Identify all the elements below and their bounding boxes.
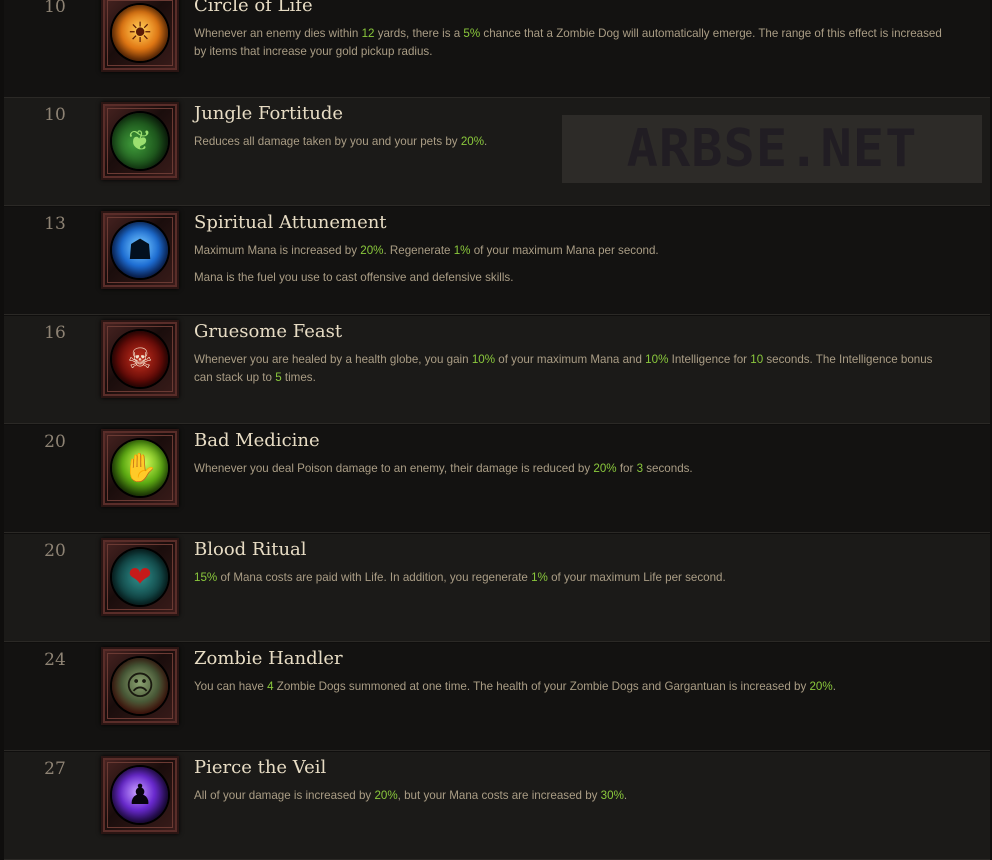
description-paragraph: 15% of Mana costs are paid with Life. In… xyxy=(194,569,954,587)
description-text: Mana is the fuel you use to cast offensi… xyxy=(194,271,514,284)
highlight-value: 12 xyxy=(361,27,375,40)
skill-name: Jungle Fortitude xyxy=(194,103,343,124)
skill-level: 20 xyxy=(44,541,66,561)
highlight-value: 20% xyxy=(360,244,384,257)
description-text: Reduces all damage taken by you and your… xyxy=(194,135,461,148)
poison-hand-icon: ✋ xyxy=(112,440,168,496)
skill-name: Bad Medicine xyxy=(194,430,320,451)
description-paragraph: Maximum Mana is increased by 20%. Regene… xyxy=(194,242,954,260)
hooded-figure-icon: ♟ xyxy=(112,767,168,823)
skill-icon-frame[interactable]: ☗ xyxy=(101,211,179,289)
description-text: for xyxy=(616,462,637,475)
description-paragraph: Whenever an enemy dies within 12 yards, … xyxy=(194,25,954,61)
meditating-figure-icon: ☗ xyxy=(112,222,168,278)
highlight-value: 20% xyxy=(460,135,485,148)
skill-name: Blood Ritual xyxy=(194,539,307,560)
description-paragraph: You can have 4 Zombie Dogs summoned at o… xyxy=(194,678,954,696)
skill-icon-frame[interactable]: ☀ xyxy=(101,0,179,72)
description-text: , but your Mana costs are increased by xyxy=(397,789,601,802)
zombie-face-icon: ☹ xyxy=(112,658,168,714)
skill-icon-frame[interactable]: ♟ xyxy=(101,756,179,834)
skill-level: 24 xyxy=(44,650,66,670)
description-text: . xyxy=(484,135,488,148)
highlight-value: 1% xyxy=(531,571,548,584)
skill-name: Gruesome Feast xyxy=(194,321,343,342)
skill-level: 10 xyxy=(44,0,66,17)
description-text: You can have xyxy=(194,680,268,693)
description-text: yards, there is a xyxy=(374,27,464,40)
skill-icon-frame[interactable]: ❦ xyxy=(101,102,179,180)
description-text: of your maximum Mana per second. xyxy=(470,244,659,257)
watermark-banner: ARBSE.NET xyxy=(562,115,982,183)
skill-name: Circle of Life xyxy=(194,0,313,16)
skill-level: 16 xyxy=(44,323,66,343)
skill-description: All of your damage is increased by 20%, … xyxy=(194,787,954,805)
skill-row: 13 ☗ Spiritual Attunement Maximum Mana i… xyxy=(4,207,990,315)
skill-level: 13 xyxy=(44,214,66,234)
description-text: of Mana costs are paid with Life. In add… xyxy=(217,571,532,584)
description-text: of your maximum Life per second. xyxy=(547,571,726,584)
skill-row: 20 ❤ Blood Ritual 15% of Mana costs are … xyxy=(4,534,990,642)
highlight-value: 10% xyxy=(645,353,669,366)
skill-name: Zombie Handler xyxy=(194,648,343,669)
highlight-value: 20% xyxy=(374,789,398,802)
skill-icon-frame[interactable]: ☹ xyxy=(101,647,179,725)
description-text: Whenever you are healed by a health glob… xyxy=(194,353,472,366)
highlight-value: 1% xyxy=(453,244,471,257)
skill-icon-frame[interactable]: ✋ xyxy=(101,429,179,507)
skill-row: 10 ☀ Circle of Life Whenever an enemy di… xyxy=(4,0,990,98)
highlight-value: 20% xyxy=(809,680,833,693)
skill-name: Pierce the Veil xyxy=(194,757,327,778)
skill-icon-frame[interactable]: ❤ xyxy=(101,538,179,616)
description-text: Whenever you deal Poison damage to an en… xyxy=(194,462,594,475)
description-text: times. xyxy=(281,371,316,384)
description-paragraph: Mana is the fuel you use to cast offensi… xyxy=(194,269,954,287)
blood-heart-icon: ❤ xyxy=(112,549,168,605)
skill-row: 27 ♟ Pierce the Veil All of your damage … xyxy=(4,752,990,860)
skill-description: Whenever you deal Poison damage to an en… xyxy=(194,460,954,478)
skill-name: Spiritual Attunement xyxy=(194,212,387,233)
zombie-dog-sun-icon: ☀ xyxy=(112,5,168,61)
highlight-value: 10% xyxy=(471,353,496,366)
skill-level: 20 xyxy=(44,432,66,452)
jungle-leaves-mask-icon: ❦ xyxy=(112,113,168,169)
skill-row: 20 ✋ Bad Medicine Whenever you deal Pois… xyxy=(4,425,990,533)
highlight-value: 5% xyxy=(463,27,481,40)
description-paragraph: All of your damage is increased by 20%, … xyxy=(194,787,954,805)
skill-row: 16 ☠ Gruesome Feast Whenever you are hea… xyxy=(4,316,990,424)
skill-description: Maximum Mana is increased by 20%. Regene… xyxy=(194,242,954,287)
skill-description: 15% of Mana costs are paid with Life. In… xyxy=(194,569,954,587)
passive-skill-list: 10 ☀ Circle of Life Whenever an enemy di… xyxy=(0,0,992,860)
description-text: . xyxy=(623,789,628,802)
highlight-value: 30% xyxy=(600,789,624,802)
skill-icon-frame[interactable]: ☠ xyxy=(101,320,179,398)
description-text: . Regenerate xyxy=(383,244,454,257)
description-text: of your maximum Mana and xyxy=(495,353,646,366)
skill-description: You can have 4 Zombie Dogs summoned at o… xyxy=(194,678,954,696)
description-text: seconds. xyxy=(643,462,693,475)
description-text: . xyxy=(832,680,836,693)
skill-description: Whenever you are healed by a health glob… xyxy=(194,351,954,387)
skill-level: 27 xyxy=(44,759,66,779)
highlight-value: 20% xyxy=(593,462,617,475)
description-paragraph: Whenever you deal Poison damage to an en… xyxy=(194,460,954,478)
highlight-value: 10 xyxy=(750,353,764,366)
skull-icon: ☠ xyxy=(112,331,168,387)
description-text: All of your damage is increased by xyxy=(194,789,375,802)
description-text: Zombie Dogs summoned at one time. The he… xyxy=(273,680,810,693)
skill-level: 10 xyxy=(44,105,66,125)
description-text: Intelligence for xyxy=(668,353,751,366)
skill-row: 24 ☹ Zombie Handler You can have 4 Zombi… xyxy=(4,643,990,751)
description-paragraph: Whenever you are healed by a health glob… xyxy=(194,351,954,387)
skill-description: Whenever an enemy dies within 12 yards, … xyxy=(194,25,954,61)
description-text: Whenever an enemy dies within xyxy=(194,27,362,40)
description-text: Maximum Mana is increased by xyxy=(194,244,361,257)
highlight-value: 15% xyxy=(194,571,218,584)
